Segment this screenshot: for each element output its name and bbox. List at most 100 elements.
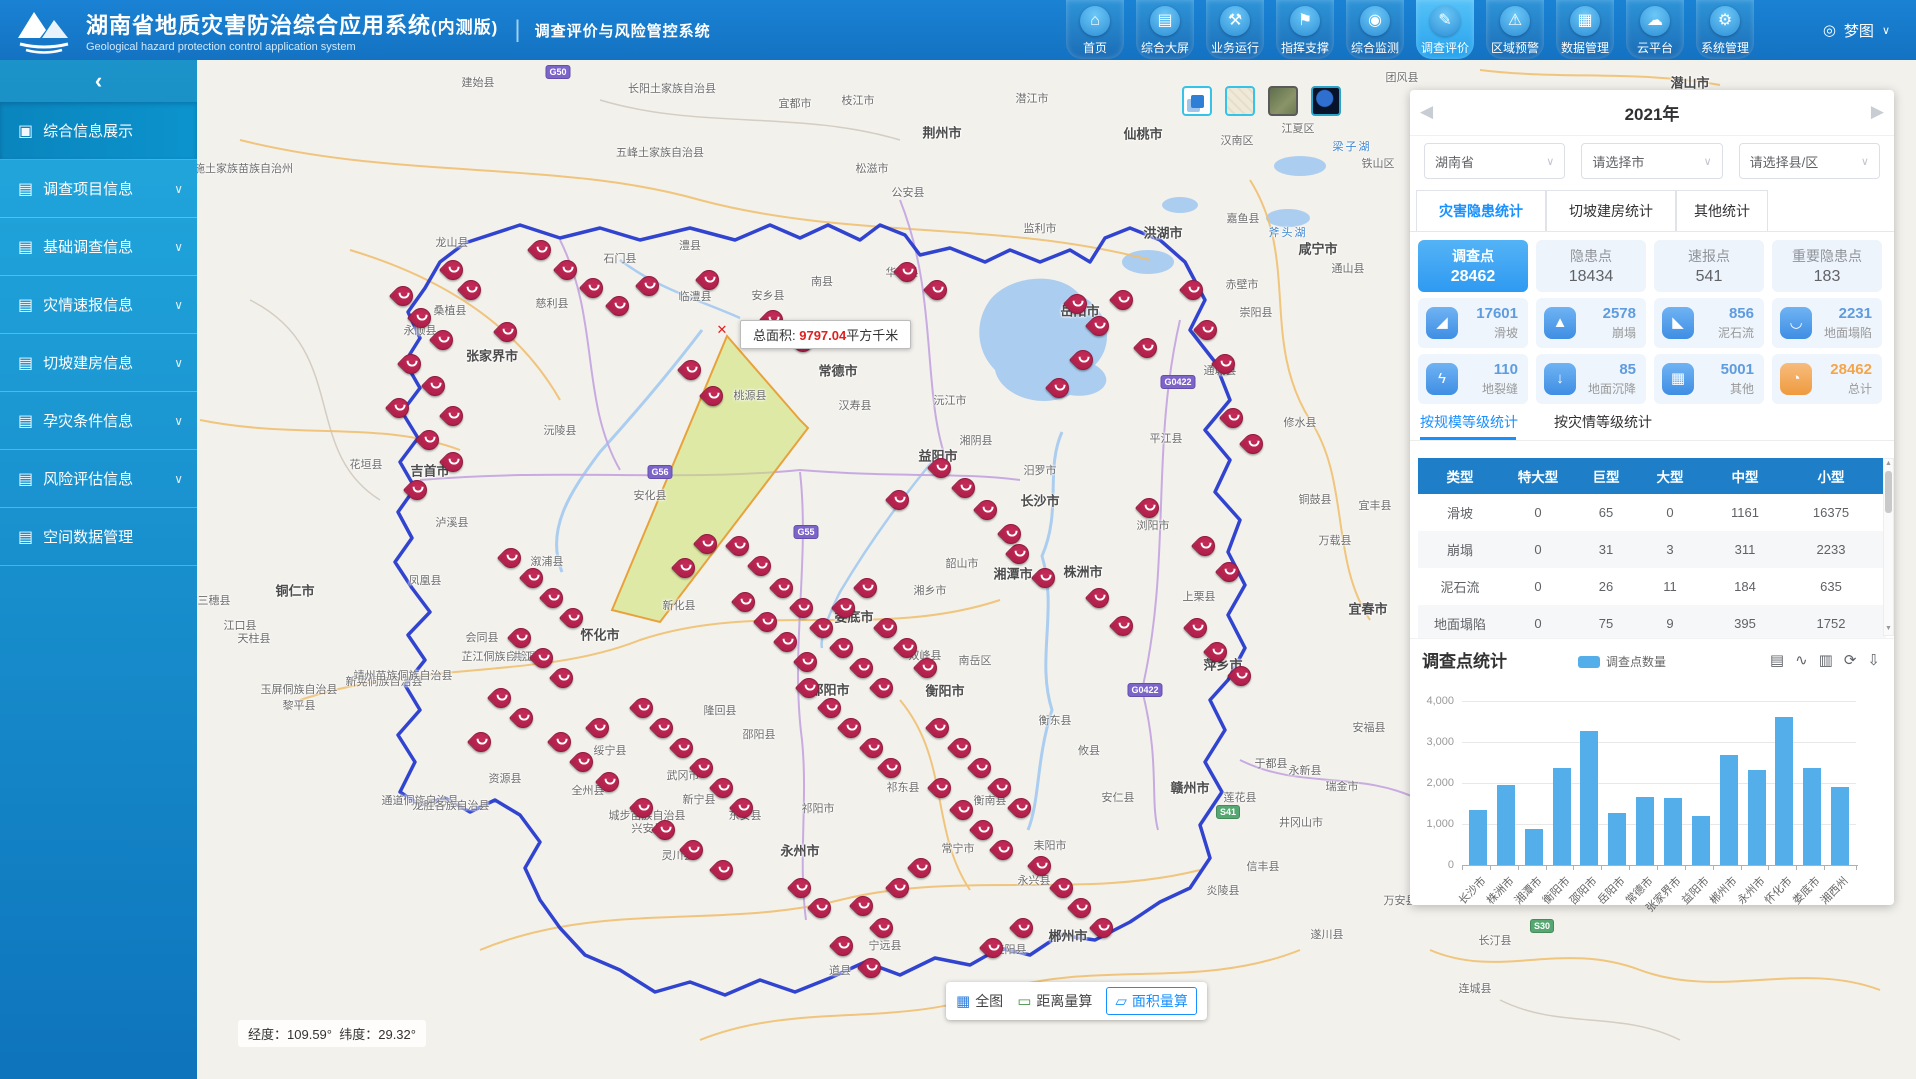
eye-icon[interactable]: ◎ <box>1823 21 1836 39</box>
full-extent-icon: ▦ <box>956 992 970 1010</box>
tab-2[interactable]: 切坡建房统计 <box>1546 190 1676 232</box>
summary-card-2[interactable]: 隐患点18434 <box>1536 240 1646 292</box>
bar-张家界市 <box>1664 798 1682 865</box>
table-cell: 75 <box>1574 616 1638 631</box>
nav-cloud-platform[interactable]: ☁云平台 <box>1626 0 1684 59</box>
region-select-1[interactable]: 湖南省∨ <box>1424 143 1565 179</box>
app-header: 湖南省地质灾害防治综合应用系统(内测版) Geological hazard p… <box>0 0 1916 60</box>
table-cell: 0 <box>1502 505 1574 520</box>
user-menu[interactable]: ◎ 梦图 ∨ <box>1823 0 1890 60</box>
globe-thumbnail[interactable] <box>1311 86 1341 116</box>
area-measure-icon: ▱ <box>1115 992 1127 1010</box>
subtab-2[interactable]: 按灾情等级统计 <box>1554 412 1652 432</box>
stat-total[interactable]: ◔28462总计 <box>1772 354 1882 404</box>
scrollbar-thumb[interactable] <box>1885 471 1892 513</box>
stat-debris-flow[interactable]: ◣856泥石流 <box>1654 298 1764 348</box>
sidebar-item-2[interactable]: ▤调查项目信息∨ <box>0 160 197 218</box>
table-cell: 635 <box>1788 579 1874 594</box>
street-map-thumbnail[interactable] <box>1225 86 1255 116</box>
tab-1[interactable]: 灾害隐患统计 <box>1416 190 1546 232</box>
nav-business-run[interactable]: ⚒业务运行 <box>1206 0 1264 59</box>
bar-长沙市 <box>1469 810 1487 865</box>
nav-region-warning[interactable]: ⚠区域预警 <box>1486 0 1544 59</box>
ground-collapse-icon: ◡ <box>1780 307 1812 339</box>
stat-value: 2578 <box>1603 305 1636 322</box>
table-cell: 311 <box>1702 542 1788 557</box>
app-title: 湖南省地质灾害防治综合应用系统 <box>86 13 431 38</box>
table-cell: 0 <box>1502 579 1574 594</box>
nav-survey-evaluation[interactable]: ✎调查评价 <box>1416 0 1474 59</box>
region-select-2[interactable]: 请选择市∨ <box>1581 143 1722 179</box>
stat-ground-fissure[interactable]: ϟ110地裂缝 <box>1418 354 1528 404</box>
table-cell: 0 <box>1638 505 1702 520</box>
year-next-arrow[interactable]: ▶ <box>1871 102 1884 122</box>
measure-label: 距离量算 <box>1036 991 1092 1011</box>
layers-toggle-button[interactable] <box>1182 86 1212 116</box>
stat-ground-collapse[interactable]: ◡2231地面塌陷 <box>1772 298 1882 348</box>
table-cell: 3 <box>1638 542 1702 557</box>
road-badge: G50 <box>545 65 570 79</box>
sidebar-item-label: 综合信息展示 <box>43 120 133 141</box>
sidebar-collapse-button[interactable]: ‹ <box>0 60 197 102</box>
nav-data-management[interactable]: ▦数据管理 <box>1556 0 1614 59</box>
sidebar-item-3[interactable]: ▤基础调查信息∨ <box>0 218 197 276</box>
stat-land-subsidence[interactable]: ↓85地面沉降 <box>1536 354 1646 404</box>
user-name: 梦图 <box>1844 20 1874 41</box>
area-measure-button[interactable]: ▱面积量算 <box>1106 987 1197 1015</box>
x-tick <box>1741 865 1742 870</box>
tab-3[interactable]: 其他统计 <box>1676 190 1768 232</box>
x-tick <box>1629 865 1630 870</box>
y-tick-label: 4,000 <box>1410 695 1454 707</box>
nav-command-support[interactable]: ⚑指挥支撑 <box>1276 0 1334 59</box>
gridline <box>1462 742 1856 743</box>
region-select-3[interactable]: 请选择县/区∨ <box>1739 143 1880 179</box>
chevron-down-icon: ∨ <box>174 240 183 254</box>
sidebar-item-6[interactable]: ▤孕灾条件信息∨ <box>0 392 197 450</box>
nav-big-screen[interactable]: ▤综合大屏 <box>1136 0 1194 59</box>
stat-value: 110 <box>1494 361 1518 378</box>
full-extent-button[interactable]: ▦全图 <box>956 991 1003 1011</box>
summary-card-3[interactable]: 速报点541 <box>1654 240 1764 292</box>
summary-card-1[interactable]: 调查点28462 <box>1418 240 1528 292</box>
scroll-down-icon[interactable]: ▼ <box>1884 624 1893 634</box>
stat-label: 崩塌 <box>1612 324 1636 341</box>
stat-text: 17601滑坡 <box>1458 305 1528 341</box>
table-cell: 16375 <box>1788 505 1874 520</box>
select-value: 请选择县/区 <box>1750 152 1819 171</box>
stat-text: 856泥石流 <box>1694 305 1764 341</box>
bar-永州市 <box>1748 770 1766 865</box>
total-icon: ◔ <box>1780 363 1812 395</box>
table-scrollbar[interactable]: ▲▼ <box>1883 458 1894 636</box>
subtab-1[interactable]: 按规模等级统计 <box>1420 412 1518 432</box>
stat-landslide[interactable]: ◢17601滑坡 <box>1418 298 1528 348</box>
survey-evaluation-icon: ✎ <box>1430 6 1460 36</box>
table-cell: 9 <box>1638 616 1702 631</box>
lat-label: 纬度： <box>339 1027 378 1042</box>
table-cell: 崩塌 <box>1418 540 1502 559</box>
distance-measure-button[interactable]: ▭距离量算 <box>1017 991 1092 1011</box>
home-icon: ⌂ <box>1080 6 1110 36</box>
sidebar-item-5[interactable]: ▤切坡建房信息∨ <box>0 334 197 392</box>
year-prev-arrow[interactable]: ◀ <box>1420 102 1433 122</box>
stat-other[interactable]: ▦5001其他 <box>1654 354 1764 404</box>
area-measure-tooltip: 总面积: 9797.04平方千米 <box>740 320 911 349</box>
sidebar-item-1[interactable]: ▣综合信息展示 <box>0 102 197 160</box>
summary-card-4[interactable]: 重要隐患点183 <box>1772 240 1882 292</box>
sidebar-item-4[interactable]: ▤灾情速报信息∨ <box>0 276 197 334</box>
scroll-up-icon[interactable]: ▲ <box>1884 459 1893 469</box>
bar-衡阳市 <box>1553 768 1571 865</box>
sidebar-item-8[interactable]: ▤空间数据管理 <box>0 508 197 566</box>
chevron-down-icon: ∨ <box>174 414 183 428</box>
nav-monitoring[interactable]: ◉综合监测 <box>1346 0 1404 59</box>
nav-label: 云平台 <box>1637 39 1673 56</box>
card-label: 速报点 <box>1688 246 1730 266</box>
tabs-divider <box>1410 231 1894 232</box>
nav-system-management[interactable]: ⚙系统管理 <box>1696 0 1754 59</box>
card-label: 隐患点 <box>1570 246 1612 266</box>
stat-collapse[interactable]: ▲2578崩塌 <box>1536 298 1646 348</box>
nav-home[interactable]: ⌂首页 <box>1066 0 1124 59</box>
satellite-thumbnail[interactable] <box>1268 86 1298 116</box>
sidebar-item-icon: ▤ <box>18 469 33 489</box>
sidebar-item-7[interactable]: ▤风险评估信息∨ <box>0 450 197 508</box>
app-root: 利川市恩施土家族苗族自治州咸丰县建始县长阳土家族自治县五峰土家族自治县宜都市枝江… <box>0 0 1916 1079</box>
